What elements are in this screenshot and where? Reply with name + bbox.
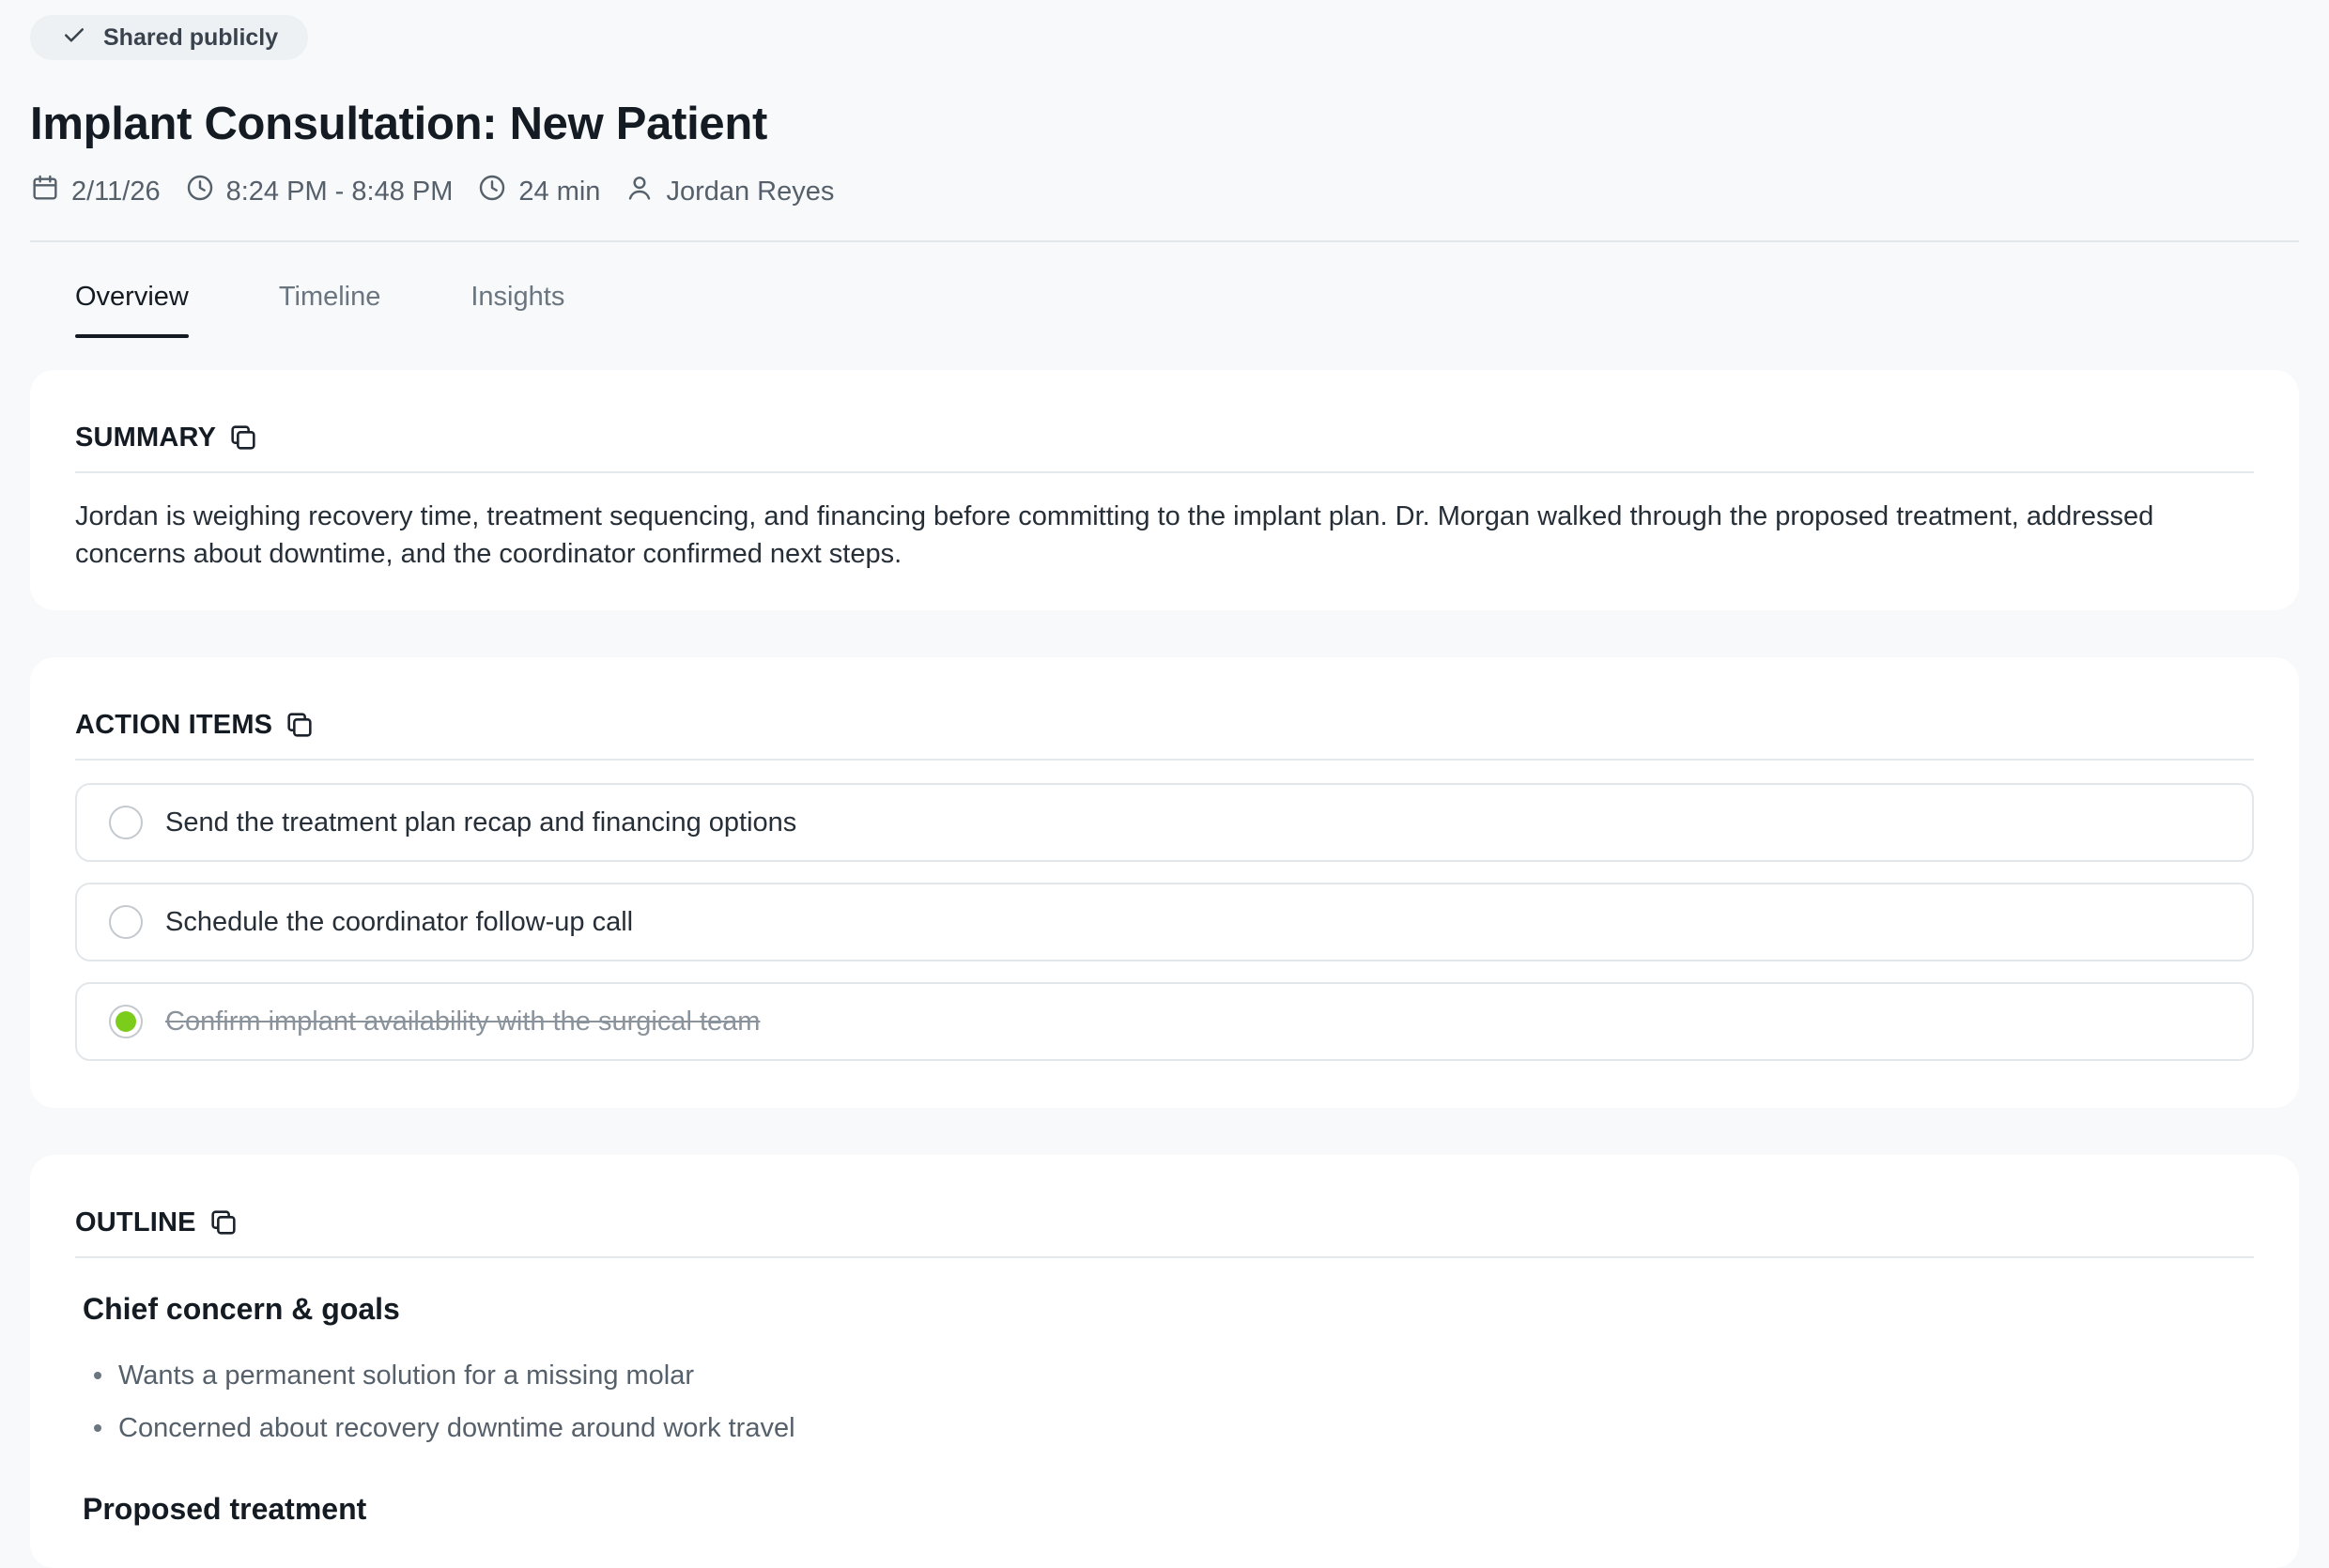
action-items-list: Send the treatment plan recap and financ… (75, 783, 2254, 1061)
duration-clock-icon (477, 173, 518, 210)
summary-header: SUMMARY (75, 413, 2254, 462)
page-title: Implant Consultation: New Patient (30, 99, 768, 149)
outline-bullet-text: Wants a permanent solution for a missing… (118, 1360, 695, 1391)
outline-card: OUTLINE Chief concern & goals Wants a pe… (30, 1155, 2299, 1568)
action-item-label: Schedule the coordinator follow-up call (165, 906, 634, 937)
meeting-meta: 2/11/26 8:24 PM - 8:48 PM 24 min Jordan … (30, 173, 858, 210)
calendar-icon (30, 173, 71, 210)
meeting-time-text: 8:24 PM - 8:48 PM (225, 176, 454, 207)
action-item[interactable]: Schedule the coordinator follow-up call (75, 883, 2254, 961)
outline-header: OUTLINE (75, 1198, 2254, 1247)
outline-section-title: Chief concern & goals (83, 1292, 400, 1326)
meeting-duration: 24 min (477, 173, 600, 210)
outline-bullet: Concerned about recovery downtime around… (94, 1402, 2254, 1454)
tab-bar: Overview Timeline Insights (75, 282, 655, 342)
outline-bullet-text: Concerned about recovery downtime around… (118, 1412, 795, 1443)
tab-insights[interactable]: Insights (470, 282, 564, 338)
action-item-checkbox[interactable] (109, 905, 143, 939)
summary-card: SUMMARY Jordan is weighing recovery time… (30, 370, 2299, 610)
action-items-divider (75, 759, 2254, 761)
clock-icon (185, 173, 226, 210)
action-item-label: Confirm implant availability with the su… (165, 1006, 761, 1037)
tab-overview[interactable]: Overview (75, 282, 189, 338)
summary-heading: SUMMARY (75, 422, 217, 453)
check-icon (60, 21, 88, 55)
outline-bullet: Wants a permanent solution for a missing… (94, 1349, 2254, 1402)
action-items-heading: ACTION ITEMS (75, 709, 273, 740)
outline-bullet-list: Wants a permanent solution for a missing… (75, 1349, 2254, 1454)
meeting-duration-text: 24 min (518, 176, 601, 207)
action-items-card: ACTION ITEMS Send the treatment plan rec… (30, 657, 2299, 1108)
meeting-participant: Jordan Reyes (625, 173, 834, 210)
bullet-icon (94, 1424, 101, 1432)
shared-publicly-badge[interactable]: Shared publicly (30, 15, 309, 60)
shared-publicly-label: Shared publicly (103, 23, 279, 51)
meeting-notes-page: Shared publicly Implant Consultation: Ne… (0, 0, 2329, 1568)
meeting-time: 8:24 PM - 8:48 PM (185, 173, 454, 210)
outline-section-title: Proposed treatment (83, 1492, 367, 1526)
completed-dot-icon (116, 1011, 136, 1032)
action-item-checkbox[interactable] (109, 806, 143, 839)
action-items-header: ACTION ITEMS (75, 700, 2254, 749)
outline-heading: OUTLINE (75, 1207, 196, 1237)
action-item-checkbox-checked[interactable] (109, 1005, 143, 1038)
bullet-icon (94, 1372, 101, 1379)
meeting-date: 2/11/26 (30, 173, 161, 210)
header-divider (30, 240, 2299, 242)
action-item-completed[interactable]: Confirm implant availability with the su… (75, 982, 2254, 1061)
user-icon (625, 173, 666, 210)
action-item-label: Send the treatment plan recap and financ… (165, 807, 797, 838)
meeting-date-text: 2/11/26 (71, 176, 161, 207)
meeting-participant-text: Jordan Reyes (666, 176, 835, 207)
copy-icon[interactable] (208, 1207, 239, 1238)
outline-divider (75, 1256, 2254, 1258)
action-item[interactable]: Send the treatment plan recap and financ… (75, 783, 2254, 862)
tab-timeline[interactable]: Timeline (279, 282, 381, 338)
summary-text: Jordan is weighing recovery time, treatm… (75, 501, 2154, 569)
copy-icon[interactable] (227, 422, 259, 453)
copy-icon[interactable] (284, 709, 316, 741)
summary-divider (75, 471, 2254, 473)
